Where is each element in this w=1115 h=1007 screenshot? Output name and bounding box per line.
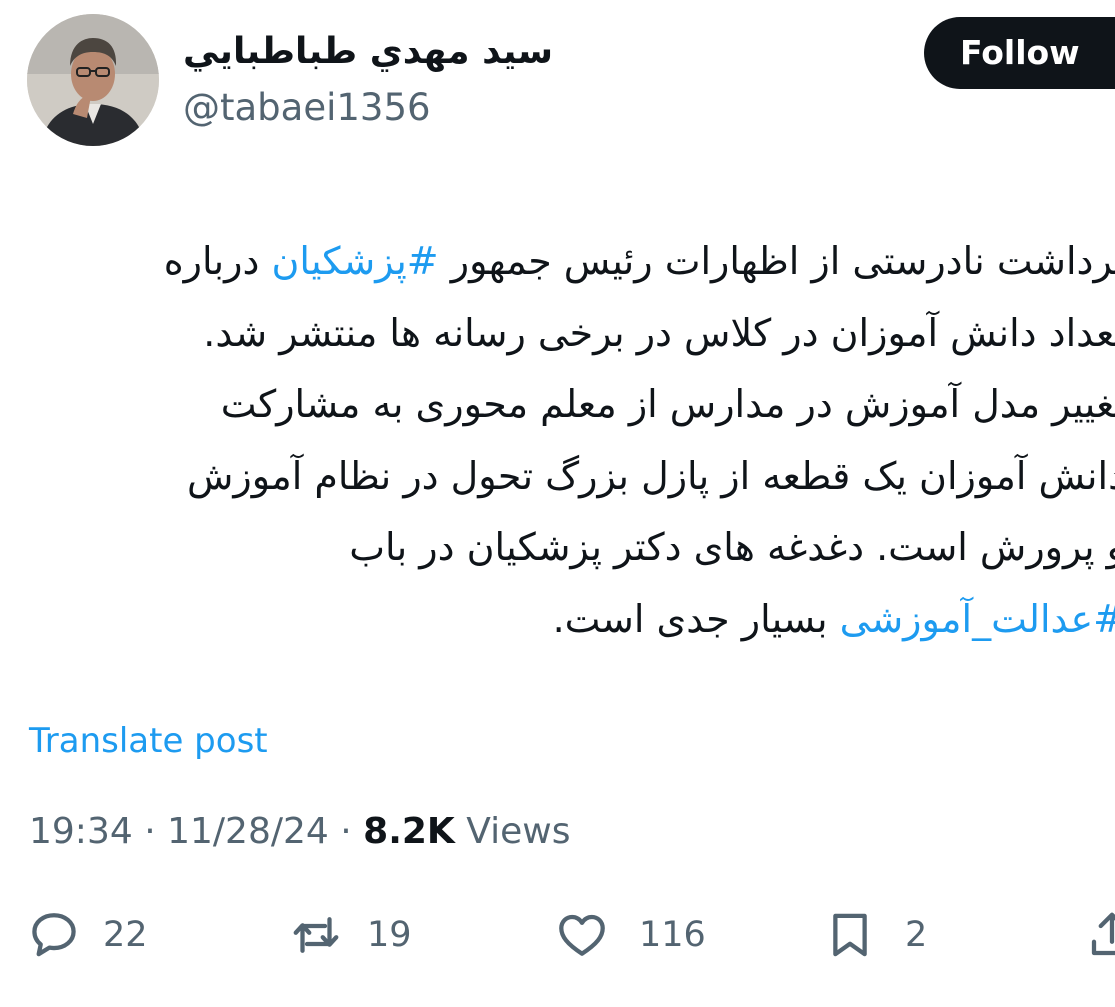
post-text-segment: دانش آموزان یک قطعه از پازل بزرگ تحول در… xyxy=(187,453,1115,498)
post-text-segment: و پرورش است. دغدغه های دکتر پزشکیان در ب… xyxy=(349,525,1115,569)
post-line: دانش آموزان یک قطعه از پازل بزرگ تحول در… xyxy=(45,441,1115,513)
avatar[interactable] xyxy=(27,14,159,146)
views-label: Views xyxy=(466,811,571,852)
like-button[interactable]: 116 xyxy=(555,904,706,966)
repost-count: 19 xyxy=(367,915,412,955)
share-icon xyxy=(1091,912,1115,956)
post-line: و پرورش است. دغدغه های دکتر پزشکیان در ب… xyxy=(45,512,1115,584)
post-time[interactable]: 19:34 xyxy=(29,811,133,852)
handle[interactable]: @tabaei1356 xyxy=(183,82,431,134)
reply-button[interactable]: 22 xyxy=(27,904,148,966)
post-text-segment: تعداد دانش آموزان در کلاس در برخی رسانه … xyxy=(203,310,1115,355)
bookmark-count: 2 xyxy=(905,915,928,955)
post-line: #عدالت_آموزشی بسیار جدی است. xyxy=(45,584,1115,656)
post-text-segment: درباره xyxy=(163,239,272,283)
post-text-segment: بسیار جدی است. xyxy=(552,596,840,641)
post-text: برداشت نادرستی از اظهارات رئیس جمهور #پز… xyxy=(45,226,1115,655)
views-count: 8.2K xyxy=(363,811,455,852)
post-text-segment: برداشت نادرستی از اظهارات رئیس جمهور xyxy=(438,239,1115,283)
post-date[interactable]: 11/28/24 xyxy=(167,811,329,852)
bookmark-icon xyxy=(833,913,867,957)
post-line: تغییر مدل آموزش در مدارس از معلم محوری ب… xyxy=(45,369,1115,441)
translate-post-link[interactable]: Translate post xyxy=(29,716,268,766)
follow-button[interactable]: Follow xyxy=(924,17,1115,89)
repost-icon xyxy=(293,917,339,953)
post-line: تعداد دانش آموزان در کلاس در برخی رسانه … xyxy=(45,298,1115,370)
post-meta: 19:34 · 11/28/24 · 8.2K Views xyxy=(29,805,570,859)
share-button[interactable] xyxy=(1085,904,1115,966)
meta-separator: · xyxy=(340,811,352,852)
like-count: 116 xyxy=(639,915,706,955)
meta-separator: · xyxy=(144,811,156,852)
repost-button[interactable]: 19 xyxy=(289,904,412,966)
display-name[interactable]: سيد مهدي طباطبايي xyxy=(183,26,553,78)
reply-count: 22 xyxy=(103,915,148,955)
hashtag-link[interactable]: #عدالت_آموزشی xyxy=(840,597,1115,641)
reply-icon xyxy=(32,913,76,957)
post-text-segment: تغییر مدل آموزش در مدارس از معلم محوری ب… xyxy=(220,382,1115,426)
post-line: برداشت نادرستی از اظهارات رئیس جمهور #پز… xyxy=(45,226,1115,298)
bookmark-button[interactable]: 2 xyxy=(823,904,927,966)
avatar-photo xyxy=(27,14,159,146)
heart-icon xyxy=(559,914,605,956)
hashtag-link[interactable]: #پزشکیان xyxy=(271,239,438,283)
